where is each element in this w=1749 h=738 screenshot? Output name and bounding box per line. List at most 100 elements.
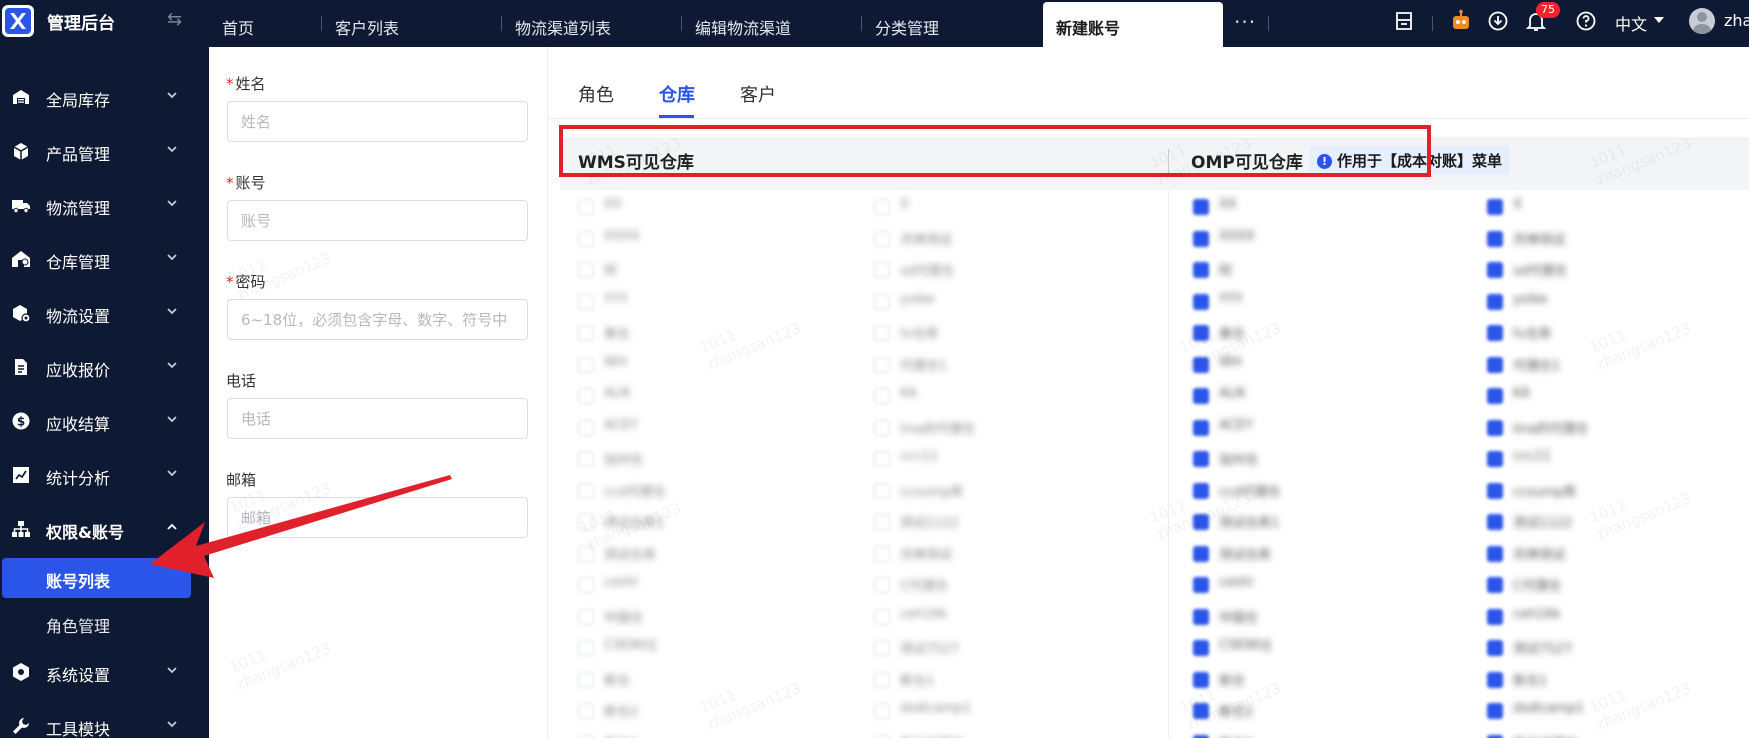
omp-warehouse-checkbox[interactable] bbox=[1487, 608, 1503, 625]
omp-warehouse-checkbox[interactable] bbox=[1487, 230, 1503, 247]
phone-input[interactable] bbox=[227, 398, 528, 439]
wms-warehouse-checkbox[interactable] bbox=[578, 262, 594, 278]
omp-warehouse-checkbox[interactable] bbox=[1487, 482, 1503, 499]
wms-warehouse-checkbox[interactable] bbox=[874, 514, 890, 530]
wms-warehouse-checkbox[interactable] bbox=[578, 356, 594, 373]
wms-warehouse-checkbox[interactable] bbox=[578, 325, 594, 341]
omp-warehouse-checkbox[interactable] bbox=[1193, 514, 1209, 530]
wms-warehouse-checkbox[interactable] bbox=[578, 199, 594, 215]
wms-warehouse-checkbox[interactable] bbox=[578, 514, 594, 530]
wms-warehouse-checkbox[interactable] bbox=[578, 419, 594, 436]
name-input[interactable] bbox=[227, 101, 528, 142]
username[interactable]: zhangsan bbox=[1724, 11, 1749, 30]
omp-warehouse-checkbox[interactable] bbox=[1193, 262, 1209, 278]
sidebar-item-receivable-quotes[interactable]: 应收报价 bbox=[0, 342, 209, 392]
wms-warehouse-checkbox[interactable] bbox=[874, 577, 890, 593]
tab-edit-logistics-channel[interactable]: 编辑物流渠道 bbox=[682, 0, 791, 47]
more-tabs-icon[interactable]: ··· bbox=[1234, 10, 1256, 34]
omp-warehouse-checkbox[interactable] bbox=[1487, 325, 1503, 341]
sidebar-item-system-settings[interactable]: 系统设置 bbox=[0, 647, 209, 697]
omp-warehouse-checkbox[interactable] bbox=[1487, 671, 1503, 688]
help-icon[interactable] bbox=[1574, 9, 1598, 33]
omp-warehouse-checkbox[interactable] bbox=[1487, 640, 1503, 656]
omp-warehouse-checkbox[interactable] bbox=[1487, 199, 1503, 215]
wms-warehouse-checkbox[interactable] bbox=[578, 640, 594, 656]
sidebar-item-product-management[interactable]: 产品管理 bbox=[0, 126, 209, 176]
omp-warehouse-checkbox[interactable] bbox=[1487, 419, 1503, 436]
omp-warehouse-checkbox[interactable] bbox=[1193, 230, 1209, 247]
wms-warehouse-checkbox[interactable] bbox=[874, 230, 890, 247]
account-input[interactable] bbox=[227, 200, 528, 241]
wms-warehouse-checkbox[interactable] bbox=[578, 703, 594, 719]
subtab-customers[interactable]: 客户 bbox=[740, 81, 776, 107]
wms-warehouse-checkbox[interactable] bbox=[874, 640, 890, 656]
omp-warehouse-checkbox[interactable] bbox=[1487, 514, 1503, 530]
omp-warehouse-checkbox[interactable] bbox=[1487, 703, 1503, 719]
wms-warehouse-checkbox[interactable] bbox=[578, 671, 594, 688]
sidebar-subitem-account-list[interactable]: 账号列表 bbox=[2, 558, 191, 598]
wms-warehouse-checkbox[interactable] bbox=[578, 451, 594, 467]
omp-warehouse-checkbox[interactable] bbox=[1487, 545, 1503, 562]
omp-warehouse-checkbox[interactable] bbox=[1193, 703, 1209, 719]
omp-warehouse-checkbox[interactable] bbox=[1193, 451, 1209, 467]
sidebar-collapse-icon[interactable]: ⇆ bbox=[167, 9, 182, 30]
wms-warehouse-checkbox[interactable] bbox=[874, 608, 890, 625]
omp-warehouse-checkbox[interactable] bbox=[1193, 577, 1209, 593]
sidebar-item-logistics-management[interactable]: 物流管理 bbox=[0, 180, 209, 230]
wms-warehouse-checkbox[interactable] bbox=[874, 451, 890, 467]
omp-warehouse-checkbox[interactable] bbox=[1193, 293, 1209, 310]
wms-warehouse-checkbox[interactable] bbox=[874, 545, 890, 562]
wms-warehouse-checkbox[interactable] bbox=[578, 230, 594, 247]
wms-warehouse-checkbox[interactable] bbox=[874, 388, 890, 404]
wms-warehouse-checkbox[interactable] bbox=[578, 608, 594, 625]
wms-warehouse-checkbox[interactable] bbox=[578, 482, 594, 499]
wms-warehouse-checkbox[interactable] bbox=[874, 325, 890, 341]
omp-warehouse-checkbox[interactable] bbox=[1193, 671, 1209, 688]
wms-warehouse-checkbox[interactable] bbox=[578, 388, 594, 404]
wms-warehouse-checkbox[interactable] bbox=[874, 734, 890, 738]
tab-logistics-channels[interactable]: 物流渠道列表 bbox=[502, 0, 611, 47]
sidebar-item-logistics-settings[interactable]: 物流设置 bbox=[0, 288, 209, 338]
wms-warehouse-checkbox[interactable] bbox=[874, 671, 890, 688]
tab-category-management[interactable]: 分类管理 bbox=[862, 0, 939, 47]
robot-assistant-icon[interactable] bbox=[1449, 9, 1473, 33]
wms-warehouse-checkbox[interactable] bbox=[874, 262, 890, 278]
omp-warehouse-checkbox[interactable] bbox=[1487, 577, 1503, 593]
omp-warehouse-checkbox[interactable] bbox=[1193, 608, 1209, 625]
wms-warehouse-checkbox[interactable] bbox=[578, 734, 594, 738]
wms-warehouse-checkbox[interactable] bbox=[874, 419, 890, 436]
omp-warehouse-checkbox[interactable] bbox=[1487, 734, 1503, 738]
subtab-warehouses[interactable]: 仓库 bbox=[659, 81, 695, 107]
omp-warehouse-checkbox[interactable] bbox=[1193, 545, 1209, 562]
sidebar-item-permissions-accounts[interactable]: 权限&账号 bbox=[0, 504, 209, 554]
sidebar-item-statistics[interactable]: 统计分析 bbox=[0, 450, 209, 500]
password-input[interactable] bbox=[227, 299, 528, 340]
wms-warehouse-checkbox[interactable] bbox=[578, 545, 594, 562]
tab-customer-list[interactable]: 客户列表 bbox=[322, 0, 399, 47]
sidebar-item-tools-module[interactable]: 工具模块 bbox=[0, 701, 209, 738]
tab-new-account[interactable]: 新建账号 bbox=[1043, 2, 1223, 47]
omp-warehouse-checkbox[interactable] bbox=[1193, 482, 1209, 499]
wms-warehouse-checkbox[interactable] bbox=[578, 577, 594, 593]
omp-warehouse-checkbox[interactable] bbox=[1193, 640, 1209, 656]
wms-warehouse-checkbox[interactable] bbox=[874, 703, 890, 719]
tab-home[interactable]: 首页 bbox=[209, 0, 254, 47]
omp-warehouse-checkbox[interactable] bbox=[1193, 325, 1209, 341]
language-select[interactable]: 中文 bbox=[1615, 11, 1647, 35]
sidebar-item-warehouse-management[interactable]: 仓库管理 bbox=[0, 234, 209, 284]
omp-warehouse-checkbox[interactable] bbox=[1487, 262, 1503, 278]
wms-warehouse-checkbox[interactable] bbox=[874, 199, 890, 215]
wms-warehouse-checkbox[interactable] bbox=[874, 293, 890, 310]
omp-warehouse-checkbox[interactable] bbox=[1193, 356, 1209, 373]
download-icon[interactable] bbox=[1486, 9, 1510, 33]
omp-warehouse-checkbox[interactable] bbox=[1487, 388, 1503, 404]
email-input[interactable] bbox=[227, 497, 528, 538]
sidebar-item-global-inventory[interactable]: 全局库存 bbox=[0, 72, 209, 122]
wms-warehouse-checkbox[interactable] bbox=[874, 482, 890, 499]
caret-down-icon[interactable] bbox=[1654, 17, 1664, 23]
wms-warehouse-checkbox[interactable] bbox=[578, 293, 594, 310]
omp-warehouse-checkbox[interactable] bbox=[1193, 199, 1209, 215]
omp-warehouse-checkbox[interactable] bbox=[1487, 451, 1503, 467]
omp-warehouse-checkbox[interactable] bbox=[1193, 388, 1209, 404]
store-icon[interactable] bbox=[1392, 9, 1416, 33]
